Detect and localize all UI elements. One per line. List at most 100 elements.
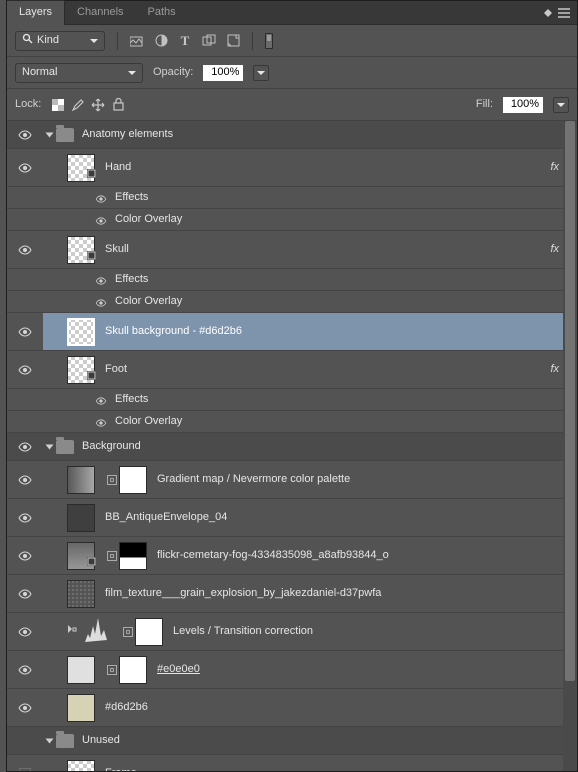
mask-thumb[interactable] [119, 466, 147, 494]
group-row-anatomy[interactable]: Anatomy elements [7, 121, 577, 149]
layer-thumb[interactable] [67, 504, 95, 532]
filter-smartobject-icon[interactable] [226, 34, 240, 48]
fx-indicator[interactable]: fx [550, 161, 559, 174]
fill-value[interactable]: 100% [503, 97, 543, 113]
eye-icon[interactable] [18, 130, 32, 140]
filter-type-icon[interactable]: T [178, 34, 192, 48]
filter-toggle[interactable] [265, 33, 273, 49]
layer-thumb[interactable] [67, 236, 95, 264]
eye-icon[interactable] [18, 163, 32, 173]
mask-thumb[interactable] [119, 656, 147, 684]
layer-row-envelope[interactable]: BB_AntiqueEnvelope_04 [7, 499, 577, 537]
lock-all-icon[interactable] [111, 98, 125, 112]
layer-thumb[interactable] [67, 154, 95, 182]
opacity-value[interactable]: 100% [203, 65, 243, 81]
mask-thumb[interactable] [135, 618, 163, 646]
blend-mode-select[interactable]: Normal [15, 63, 143, 83]
fx-indicator[interactable]: fx [550, 363, 559, 376]
lock-transparency-icon[interactable] [51, 98, 65, 112]
tab-channels[interactable]: Channels [65, 1, 135, 24]
lock-label: Lock: [15, 98, 41, 111]
eye-icon[interactable] [18, 475, 32, 485]
mask-thumb[interactable] [119, 542, 147, 570]
disclosure-icon[interactable] [46, 132, 54, 137]
eye-icon[interactable] [95, 298, 107, 306]
eye-icon[interactable] [95, 396, 107, 404]
fill-stepper[interactable] [553, 97, 569, 113]
smartobject-badge-icon [87, 251, 96, 264]
eye-icon[interactable] [18, 589, 32, 599]
fx-row: Effects [7, 269, 577, 291]
opacity-stepper[interactable] [253, 65, 269, 81]
lock-bar: Lock: Fill: 100% [7, 89, 577, 121]
visibility-empty[interactable] [19, 768, 31, 772]
adjustment-thumb[interactable] [67, 466, 95, 494]
filter-pixel-icon[interactable] [130, 34, 144, 48]
layer-row-foot[interactable]: Foot fx [7, 351, 577, 389]
mask-link-icon[interactable] [107, 665, 117, 675]
eye-icon[interactable] [95, 216, 107, 224]
mask-link-icon[interactable] [123, 627, 133, 637]
panel-menu-icon[interactable] [557, 6, 571, 20]
layer-row-frame[interactable]: Frame [7, 755, 577, 771]
layer-thumb[interactable] [67, 356, 95, 384]
mask-link-icon[interactable] [107, 551, 117, 561]
lock-brush-icon[interactable] [71, 98, 85, 112]
adjustment-thumb[interactable] [83, 618, 111, 646]
layers-panel: Layers Channels Paths Kind T Normal Opac… [6, 0, 578, 772]
eye-icon[interactable] [18, 513, 32, 523]
folder-icon [56, 128, 74, 142]
layer-row-skull[interactable]: Skull fx [7, 231, 577, 269]
disclosure-icon[interactable] [46, 444, 54, 449]
clip-icon [67, 624, 77, 638]
mask-link-icon[interactable] [107, 475, 117, 485]
layer-row-skullbg[interactable]: Skull background - #d6d2b6 [7, 313, 577, 351]
tab-paths[interactable]: Paths [136, 1, 188, 24]
eye-icon[interactable] [18, 442, 32, 452]
fx-indicator[interactable]: fx [550, 243, 559, 256]
eye-icon[interactable] [95, 276, 107, 284]
layer-row-d6[interactable]: #d6d2b6 [7, 689, 577, 727]
eye-icon[interactable] [18, 245, 32, 255]
layer-row-hand[interactable]: Hand fx [7, 149, 577, 187]
eye-icon[interactable] [18, 327, 32, 337]
layer-thumb[interactable] [67, 318, 95, 346]
collapse-icon[interactable] [541, 6, 555, 20]
layer-row-gradmap[interactable]: Gradient map / Nevermore color palette [7, 461, 577, 499]
kind-select[interactable]: Kind [15, 31, 105, 51]
vertical-scrollbar[interactable] [563, 121, 577, 771]
scrollbar-thumb[interactable] [565, 121, 575, 681]
eye-icon[interactable] [95, 418, 107, 426]
group-row-background[interactable]: Background [7, 433, 577, 461]
layer-row-levels[interactable]: Levels / Transition correction [7, 613, 577, 651]
layer-thumb[interactable] [67, 580, 95, 608]
filter-bar: Kind T [7, 25, 577, 57]
layers-list: Anatomy elements Hand fx Effects Color O… [7, 121, 577, 771]
eye-icon[interactable] [18, 703, 32, 713]
layer-thumb[interactable] [67, 760, 95, 772]
fill-label: Fill: [476, 98, 493, 111]
folder-icon [56, 734, 74, 748]
layer-thumb[interactable] [67, 656, 95, 684]
search-icon [22, 33, 33, 48]
eye-icon[interactable] [18, 551, 32, 561]
layer-thumb[interactable] [67, 694, 95, 722]
layer-thumb[interactable] [67, 542, 95, 570]
eye-icon[interactable] [18, 365, 32, 375]
smartobject-badge-icon [87, 169, 96, 182]
filter-shape-icon[interactable] [202, 34, 216, 48]
fx-row: Color Overlay [7, 291, 577, 313]
disclosure-icon[interactable] [46, 738, 54, 743]
group-row-unused[interactable]: Unused [7, 727, 577, 755]
lock-move-icon[interactable] [91, 98, 105, 112]
eye-icon[interactable] [18, 665, 32, 675]
filter-adjustment-icon[interactable] [154, 34, 168, 48]
layer-row-fog[interactable]: flickr-cemetary-fog-4334835098_a8afb9384… [7, 537, 577, 575]
layer-row-grain[interactable]: film_texture___grain_explosion_by_jakezd… [7, 575, 577, 613]
eye-icon[interactable] [18, 627, 32, 637]
eye-icon[interactable] [95, 194, 107, 202]
tab-layers[interactable]: Layers [7, 0, 65, 24]
opacity-label: Opacity: [153, 66, 193, 79]
layer-row-e0[interactable]: #e0e0e0 [7, 651, 577, 689]
blend-bar: Normal Opacity: 100% [7, 57, 577, 89]
